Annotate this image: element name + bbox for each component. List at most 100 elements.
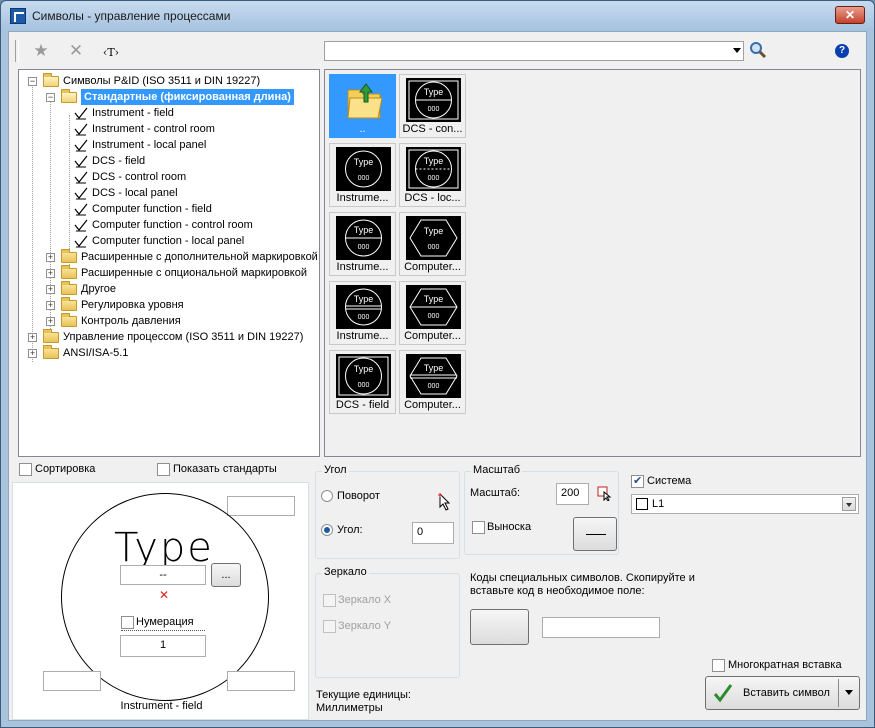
- symbol-check-icon: [74, 171, 88, 184]
- tree-top-folder-item[interactable]: + Управление процессом (ISO 3511 и DIN 1…: [26, 329, 316, 345]
- folder-icon: [43, 345, 59, 359]
- symbol-check-icon: [74, 139, 88, 152]
- sort-checkbox[interactable]: [19, 463, 32, 476]
- chevron-down-icon[interactable]: [842, 497, 856, 511]
- special-code-symbol-button[interactable]: [470, 609, 529, 645]
- expand-icon[interactable]: +: [46, 285, 55, 294]
- tree-subfolder-item[interactable]: + Расширенные с дополнительной маркировк…: [44, 249, 319, 265]
- gallery-item[interactable]: Type 000 DCS - con...: [399, 74, 466, 138]
- expand-icon[interactable]: +: [46, 317, 55, 326]
- expand-icon[interactable]: +: [46, 269, 55, 278]
- symbol-text: Type: [424, 363, 444, 373]
- gallery-item[interactable]: Type 000 Computer...: [399, 350, 466, 414]
- preview-corner-field-bottom-left[interactable]: [43, 671, 101, 691]
- leader-label: Выноска: [487, 521, 532, 533]
- preview-corner-field-bottom-right[interactable]: [227, 671, 295, 691]
- delete-x-icon[interactable]: ✕: [66, 41, 86, 61]
- tree-subfolder-item[interactable]: + Другое: [44, 281, 319, 297]
- leader-checkbox[interactable]: [472, 521, 485, 534]
- tree-subfolder-item[interactable]: + Контроль давления: [44, 313, 319, 329]
- search-combobox[interactable]: [324, 41, 744, 61]
- symbol-text: Type: [354, 364, 374, 374]
- symbol-check-icon: [74, 219, 88, 232]
- gallery-item[interactable]: Type 000 Instrume...: [329, 143, 396, 207]
- symbol-text: Type: [354, 225, 374, 235]
- collapse-icon[interactable]: −: [46, 93, 55, 102]
- preview-corner-field-top-right[interactable]: [227, 496, 295, 516]
- symbol-number: 000: [428, 244, 440, 251]
- tree-leaf-label: Instrument - field: [92, 107, 174, 119]
- tree-subfolder-item[interactable]: + Расширенные с опциональной маркировкой: [44, 265, 319, 281]
- folder-open-icon: [43, 73, 59, 87]
- toolbar-grip[interactable]: [15, 40, 19, 62]
- computer-symbol-icon: Type 000: [406, 285, 461, 329]
- help-icon[interactable]: ?: [835, 44, 849, 58]
- tree-leaf-label: Computer function - field: [92, 203, 212, 215]
- scale-pick-icon[interactable]: [596, 485, 612, 501]
- symbol-check-icon: [74, 123, 88, 136]
- preview-label-field[interactable]: --: [120, 565, 206, 585]
- tree-top-folder-item[interactable]: + ANSI/ISA-5.1: [26, 345, 316, 361]
- gallery-item-parent[interactable]: ..: [329, 74, 396, 138]
- symbol-check-icon: [74, 155, 88, 168]
- symbol-gallery[interactable]: .. Type 000 DCS - con... Type 000 Instru…: [324, 69, 861, 457]
- rotation-radio[interactable]: [321, 490, 333, 502]
- scale-label: Масштаб:: [470, 487, 521, 499]
- numbering-checkbox[interactable]: [121, 616, 134, 629]
- tree-subfolder-item[interactable]: + Регулировка уровня: [44, 297, 319, 313]
- multi-insert-checkbox[interactable]: [712, 659, 725, 672]
- text-tool-icon[interactable]: ‹T›: [101, 41, 121, 61]
- gallery-item[interactable]: Type 000 Computer...: [399, 212, 466, 276]
- gallery-item-label: Computer...: [404, 261, 461, 273]
- expand-icon[interactable]: +: [46, 253, 55, 262]
- gallery-item-label: ..: [359, 123, 366, 135]
- leader-style-button[interactable]: [573, 517, 617, 551]
- close-button[interactable]: ✕: [835, 6, 865, 24]
- show-standards-label: Показать стандарты: [173, 463, 277, 475]
- preview-browse-button[interactable]: ...: [211, 563, 241, 587]
- expand-icon[interactable]: +: [28, 349, 37, 358]
- system-checkbox[interactable]: [631, 474, 644, 488]
- scale-group-title: Масштаб: [471, 464, 523, 476]
- preview-caption: Instrument - field: [120, 700, 203, 712]
- layer-value: L1: [652, 498, 665, 510]
- dcs-symbol-icon: Type 000: [406, 78, 461, 122]
- mirror-y-checkbox[interactable]: [323, 620, 336, 633]
- scale-group: Масштаб Масштаб: 200 Выноска: [464, 464, 619, 555]
- pick-cursor-icon[interactable]: [438, 493, 452, 511]
- chevron-down-icon[interactable]: [845, 690, 853, 695]
- mirror-x-checkbox[interactable]: [323, 594, 336, 607]
- numbering-label: Нумерация: [136, 616, 194, 628]
- search-icon[interactable]: [749, 41, 767, 59]
- gallery-item[interactable]: Type 000 DCS - field: [329, 350, 396, 414]
- gallery-item[interactable]: Type 000 Instrume...: [329, 281, 396, 345]
- tree-subfolder-label: Регулировка уровня: [81, 299, 184, 311]
- gallery-item-label: DCS - field: [335, 399, 390, 411]
- tree-selected-item[interactable]: − Стандартные (фиксированная длина): [44, 89, 314, 105]
- tree-subfolder-label: Расширенные с опциональной маркировкой: [81, 267, 307, 279]
- insert-symbol-button[interactable]: Вставить символ: [705, 676, 860, 710]
- layer-select[interactable]: L1: [631, 494, 859, 514]
- dcs-symbol-icon: Type 000: [406, 147, 461, 191]
- insert-symbol-label: Вставить символ: [743, 687, 830, 699]
- tree-top-folder-label: Управление процессом (ISO 3511 и DIN 192…: [63, 331, 304, 343]
- gallery-item[interactable]: Type 000 Instrume...: [329, 212, 396, 276]
- angle-radio[interactable]: [321, 524, 333, 536]
- number-field[interactable]: 1: [120, 635, 206, 657]
- angle-field[interactable]: 0: [412, 522, 454, 544]
- expand-icon[interactable]: +: [28, 333, 37, 342]
- expand-icon[interactable]: +: [46, 301, 55, 310]
- symbol-text: Type: [424, 226, 444, 236]
- tree-root-item[interactable]: − Символы P&ID (ISO 3511 и DIN 19227): [26, 73, 316, 89]
- title-bar[interactable]: Символы - управление процессами ✕: [1, 1, 874, 31]
- symbol-tree[interactable]: − Символы P&ID (ISO 3511 и DIN 19227) − …: [18, 69, 320, 457]
- chevron-down-icon[interactable]: [733, 48, 741, 53]
- symbol-text: Type: [354, 294, 374, 304]
- gallery-item[interactable]: Type 000 Computer...: [399, 281, 466, 345]
- scale-field[interactable]: 200: [556, 483, 589, 505]
- special-code-field[interactable]: [542, 617, 660, 638]
- show-standards-checkbox[interactable]: [157, 463, 170, 476]
- gallery-item[interactable]: Type 000 DCS - loc...: [399, 143, 466, 207]
- favorite-star-icon[interactable]: ★: [31, 41, 51, 61]
- collapse-icon[interactable]: −: [28, 77, 37, 86]
